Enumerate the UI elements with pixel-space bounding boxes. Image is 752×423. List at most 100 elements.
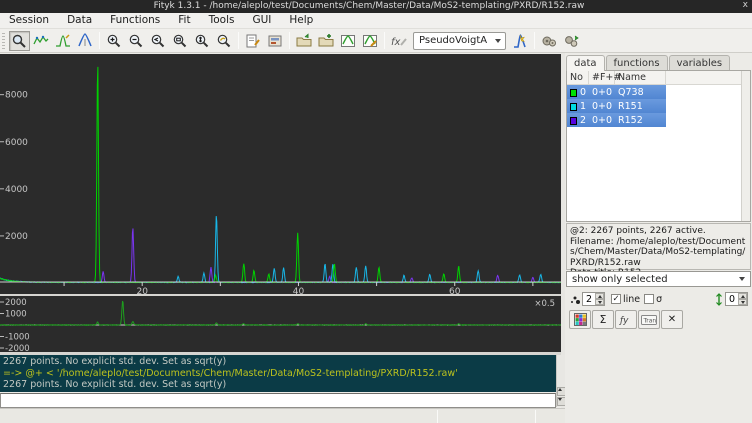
add-peak-mode-button[interactable] bbox=[53, 31, 74, 51]
aux-plot[interactable]: 20001000-1000-2000×0.5 bbox=[0, 296, 561, 352]
tab-variables[interactable]: variables bbox=[669, 55, 731, 71]
add-peak-button[interactable] bbox=[510, 31, 531, 51]
dataset-no-cell: 1 bbox=[567, 99, 589, 113]
dataset-color-swatch[interactable] bbox=[570, 117, 577, 125]
menu-item-fit[interactable]: Fit bbox=[169, 13, 199, 28]
console-scrollbar[interactable] bbox=[556, 355, 565, 407]
menu-item-gui[interactable]: GUI bbox=[243, 13, 280, 28]
toolbar-separator bbox=[99, 32, 100, 49]
save-plot-image-button[interactable] bbox=[338, 31, 359, 51]
zoom-in-button[interactable] bbox=[104, 31, 125, 51]
peak-type-value: PseudoVoigtA bbox=[419, 35, 487, 46]
point-size-stepper[interactable]: 2 bbox=[582, 292, 605, 306]
fit-continue-button[interactable] bbox=[561, 31, 582, 51]
table-row[interactable]: 10+0R151 bbox=[567, 99, 666, 113]
delete-button[interactable]: ✕ bbox=[661, 310, 683, 329]
range-mode-button[interactable] bbox=[31, 31, 52, 51]
main-plot[interactable]: 2000400060008000204060 bbox=[0, 54, 561, 294]
dataset-name-cell: Q738 bbox=[615, 85, 666, 99]
background-mode-button[interactable] bbox=[75, 31, 96, 51]
tab-functions[interactable]: functions bbox=[606, 55, 668, 71]
script-button[interactable]: ƒy bbox=[615, 310, 637, 329]
open-data-icon bbox=[296, 33, 313, 49]
sum-button[interactable]: Σ bbox=[592, 310, 614, 329]
script-editor-button[interactable] bbox=[243, 31, 264, 51]
dataset-info: @2: 2267 points, 2267 active. Filename: … bbox=[566, 223, 751, 270]
open-data-button[interactable] bbox=[294, 31, 315, 51]
define-function-button[interactable]: fx bbox=[389, 31, 410, 51]
fit-run-button[interactable] bbox=[539, 31, 560, 51]
append-data-button[interactable] bbox=[316, 31, 337, 51]
palette-button[interactable] bbox=[569, 310, 591, 329]
show-filter-value: show only selected bbox=[567, 274, 739, 285]
column-header-no[interactable]: No bbox=[567, 71, 589, 84]
sidebar-tabs: datafunctionsvariables bbox=[566, 55, 731, 71]
dataset-list-header[interactable]: No #F+# Name bbox=[567, 71, 750, 85]
line-checkbox[interactable]: ✓ bbox=[611, 294, 621, 304]
zoom-previous-icon bbox=[216, 33, 232, 49]
table-row[interactable]: 00+0Q738 bbox=[567, 85, 666, 99]
dataset-info-summary: @2: 2267 points, 2267 active. bbox=[570, 226, 747, 237]
dataset-functions-cell: 0+0 bbox=[589, 99, 615, 113]
sigma-checkbox-label: σ bbox=[656, 294, 662, 305]
dataset-color-swatch[interactable] bbox=[570, 103, 577, 111]
display-controls: 2 ✓ line σ 0 bbox=[566, 290, 751, 308]
fityk-window: Fityk 1.3.1 - /home/aleplo/test/Document… bbox=[0, 0, 752, 423]
configure-plot-button[interactable] bbox=[360, 31, 381, 51]
shift-stepper[interactable]: 0 bbox=[725, 292, 748, 306]
close-icon[interactable]: x bbox=[743, 0, 748, 10]
menu-item-data[interactable]: Data bbox=[58, 13, 101, 28]
dataset-functions-cell: 0+0 bbox=[589, 113, 615, 127]
sidebar: datafunctionsvariables No #F+# Name 00+0… bbox=[565, 53, 752, 423]
delete-icon: ✕ bbox=[668, 314, 676, 325]
preferences-button[interactable] bbox=[265, 31, 286, 51]
zoom-out-icon bbox=[128, 33, 144, 49]
menu-item-functions[interactable]: Functions bbox=[101, 13, 169, 28]
dataset-no-cell: 2 bbox=[567, 113, 589, 127]
append-data-icon bbox=[318, 33, 335, 49]
dataset-color-swatch[interactable] bbox=[570, 89, 577, 97]
sum-icon: Σ bbox=[600, 313, 607, 326]
dataset-name-cell: R152 bbox=[615, 113, 666, 127]
column-header-name[interactable]: Name bbox=[615, 71, 666, 84]
zoom-in-icon bbox=[106, 33, 122, 49]
toolbar-grip[interactable] bbox=[2, 33, 5, 49]
zoom-100-button[interactable] bbox=[148, 31, 169, 51]
transform-button[interactable]: Tran bbox=[638, 310, 660, 329]
add-peak-mode-icon bbox=[55, 33, 71, 49]
script-editor-icon bbox=[245, 33, 261, 49]
toolbar-separator bbox=[238, 32, 239, 49]
table-row[interactable]: 20+0R152 bbox=[567, 113, 666, 127]
svg-text:60: 60 bbox=[449, 287, 461, 294]
zoom-vertical-button[interactable] bbox=[192, 31, 213, 51]
dataset-no-cell: 0 bbox=[567, 85, 589, 99]
column-header-functions[interactable]: #F+# bbox=[589, 71, 615, 84]
shift-value: 0 bbox=[726, 294, 738, 305]
sigma-checkbox[interactable] bbox=[644, 294, 654, 304]
tab-data[interactable]: data bbox=[566, 55, 605, 71]
menu-item-tools[interactable]: Tools bbox=[200, 13, 244, 28]
zoom-all-button[interactable] bbox=[170, 31, 191, 51]
svg-text:20: 20 bbox=[136, 287, 148, 294]
command-input[interactable] bbox=[0, 393, 556, 408]
window-title: Fityk 1.3.1 - /home/aleplo/test/Document… bbox=[0, 1, 738, 11]
chevron-down-icon bbox=[739, 277, 745, 281]
toolbar-separator bbox=[384, 32, 385, 49]
menu-item-session[interactable]: Session bbox=[0, 13, 58, 28]
dataset-list-scrollbar[interactable] bbox=[741, 71, 750, 221]
menu-item-help[interactable]: Help bbox=[280, 13, 322, 28]
console-line: 2267 points. No explicit std. dev. Set a… bbox=[3, 379, 553, 391]
zoom-100-icon bbox=[150, 33, 166, 49]
zoom-out-button[interactable] bbox=[126, 31, 147, 51]
svg-text:Tran: Tran bbox=[643, 317, 657, 324]
configure-plot-icon bbox=[362, 33, 378, 49]
show-filter-dropdown[interactable]: show only selected bbox=[566, 271, 751, 287]
zoom-mode-button[interactable] bbox=[9, 31, 30, 51]
peak-type-dropdown[interactable]: PseudoVoigtA bbox=[413, 32, 506, 50]
add-peak-icon bbox=[512, 33, 528, 49]
point-size-value: 2 bbox=[583, 294, 595, 305]
shift-icon bbox=[715, 293, 723, 306]
console-line: =-> @+ < '/home/aleplo/test/Documents/Ch… bbox=[3, 368, 553, 380]
zoom-previous-button[interactable] bbox=[214, 31, 235, 51]
dataset-functions-cell: 0+0 bbox=[589, 85, 615, 99]
